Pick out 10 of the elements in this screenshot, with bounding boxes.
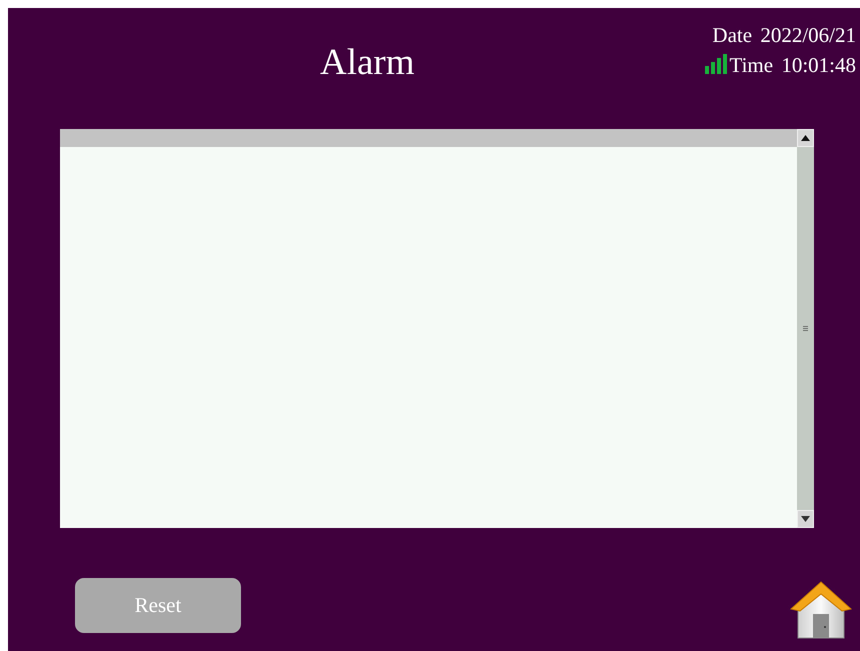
grip-icon [803,326,808,331]
scroll-up-button[interactable] [797,129,814,147]
signal-icon [705,54,728,74]
date-text: Date 2022/06/21 [712,23,856,47]
up-arrow-icon [801,135,810,141]
time-text: Time 10:01:48 [729,53,856,77]
page-title: Alarm [320,43,415,83]
scrollbar[interactable] [797,129,814,528]
scroll-down-button[interactable] [797,510,814,528]
down-arrow-icon [801,516,810,522]
